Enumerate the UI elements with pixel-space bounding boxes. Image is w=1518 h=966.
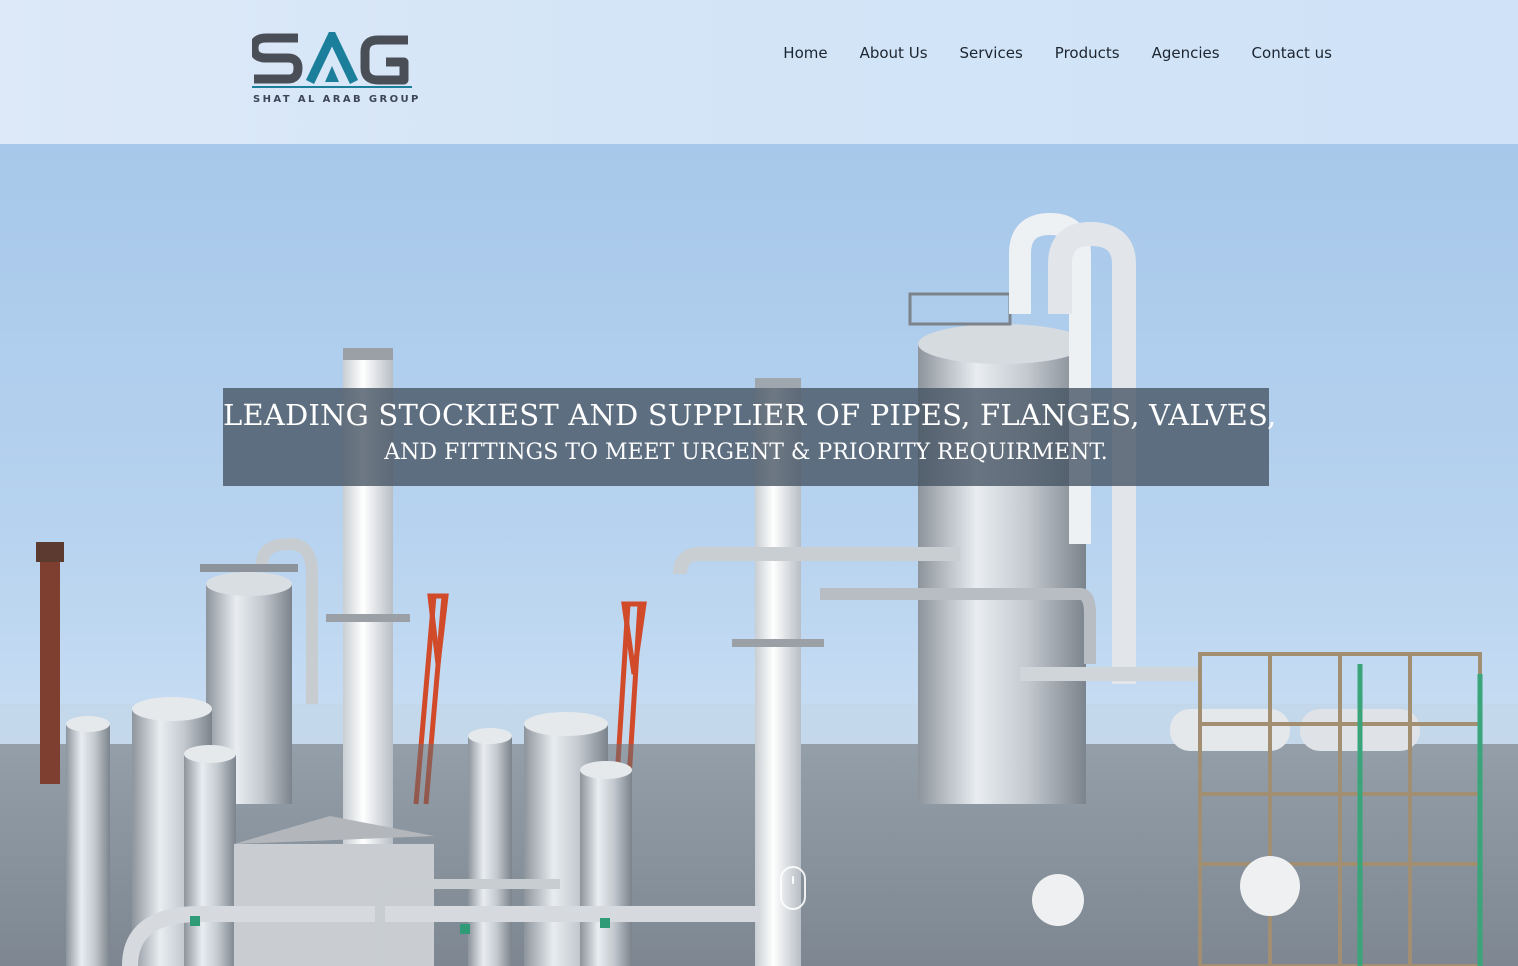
scroll-down-mouse-icon[interactable]	[780, 866, 806, 910]
sag-logo-icon	[252, 32, 412, 88]
nav-services[interactable]: Services	[960, 44, 1023, 62]
nav-agencies[interactable]: Agencies	[1152, 44, 1220, 62]
brand-logo[interactable]: SHAT AL ARAB GROUP	[252, 32, 418, 106]
nav-contact-us[interactable]: Contact us	[1252, 44, 1332, 62]
refinery-photo	[0, 212, 1518, 966]
scroll-wheel-dot	[792, 876, 794, 884]
hero-headline-line1: LEADING STOCKIEST AND SUPPLIER OF PIPES,…	[223, 398, 1277, 432]
nav-products[interactable]: Products	[1055, 44, 1120, 62]
nav-about-us[interactable]: About Us	[860, 44, 928, 62]
logo-tagline: SHAT AL ARAB GROUP	[253, 94, 421, 105]
nav-home[interactable]: Home	[783, 44, 827, 62]
main-nav: Home About Us Services Products Agencies…	[783, 44, 1332, 62]
hero-headline-line2: AND FITTINGS TO MEET URGENT & PRIORITY R…	[384, 440, 1108, 465]
page: SHAT AL ARAB GROUP Home About Us Service…	[0, 0, 1518, 966]
hero-section: LEADING STOCKIEST AND SUPPLIER OF PIPES,…	[0, 144, 1518, 966]
hero-banner: LEADING STOCKIEST AND SUPPLIER OF PIPES,…	[223, 388, 1277, 486]
site-header: SHAT AL ARAB GROUP Home About Us Service…	[0, 0, 1518, 144]
